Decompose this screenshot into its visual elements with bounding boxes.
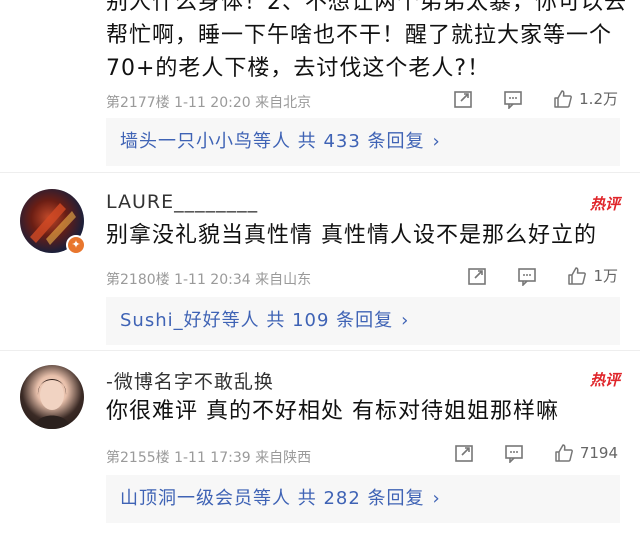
comment-text: 别拿没礼貌当真性情 真性情人设不是那么好立的 <box>106 219 597 252</box>
avatar-art <box>34 379 70 429</box>
comment-text-line: 别拿没礼貌当真性情 真性情人设不是那么好立的 <box>106 223 597 248</box>
comment-item: ✦ LAURE________ 热评 别拿没礼貌当真性情 真性情人设不是那么好立… <box>0 173 640 349</box>
comment-text: 别人什么身体！2、不想让两个弟弟太暴，你可以去 帮忙啊，睡一下午啥也不干！醒了就… <box>106 0 627 85</box>
username[interactable]: -微博名字不敢乱换 <box>106 367 274 394</box>
hot-comment-tag: 热评 <box>589 195 620 213</box>
comment-actions: 7194 <box>424 443 618 463</box>
chevron-right-icon: › <box>432 488 441 509</box>
comment-actions: 1.2万 <box>423 88 618 109</box>
comment-text-line: 70+的老人下楼，去讨伐这个老人?！ <box>106 56 491 81</box>
reply-summary-link[interactable]: 山顶洞一级会员等人 共 282 条回复 › <box>120 477 620 521</box>
verified-badge-icon: ✦ <box>66 235 86 255</box>
comment-icon[interactable] <box>504 443 524 463</box>
comment-meta: 第2177楼 1-11 20:20 来自北京 <box>106 95 312 111</box>
share-icon[interactable] <box>467 266 487 286</box>
comment-item: 别人什么身体！2、不想让两个弟弟太暴，你可以去 帮忙啊，睡一下午啥也不干！醒了就… <box>0 0 640 170</box>
comment-item: -微博名字不敢乱换 热评 你很难评 真的不好相处 有标对待姐姐那样嘛 第2155… <box>0 351 640 543</box>
share-icon[interactable] <box>453 89 473 109</box>
username[interactable]: LAURE________ <box>106 191 258 213</box>
share-icon[interactable] <box>454 443 474 463</box>
reply-summary-text: 山顶洞一级会员等人 共 282 条回复 <box>120 488 425 509</box>
hot-comment-tag: 热评 <box>589 371 620 389</box>
comment-icon[interactable] <box>517 266 537 286</box>
reply-summary-text: 墙头一只小小鸟等人 共 433 条回复 <box>120 131 425 152</box>
chevron-right-icon: › <box>401 310 410 331</box>
chevron-right-icon: › <box>432 131 441 152</box>
comment-meta: 第2180楼 1-11 20:34 来自山东 <box>106 272 312 288</box>
comment-icon[interactable] <box>503 89 523 109</box>
comment-text-line: 你很难评 真的不好相处 有标对待姐姐那样嘛 <box>106 399 559 424</box>
thumbs-up-icon[interactable] <box>554 443 574 463</box>
like-count: 1万 <box>593 267 618 285</box>
thumbs-up-icon[interactable] <box>553 89 573 109</box>
comment-text-line: 帮忙啊，睡一下午啥也不干！醒了就拉大家等一个 <box>106 23 613 48</box>
avatar[interactable] <box>20 365 84 429</box>
comment-text-line: 别人什么身体！2、不想让两个弟弟太暴，你可以去 <box>106 0 627 15</box>
reply-summary-text: Sushi_好好等人 共 109 条回复 <box>120 310 394 331</box>
comment-meta: 第2155楼 1-11 17:39 来自陕西 <box>106 450 312 466</box>
like-count: 1.2万 <box>579 90 618 108</box>
like-count: 7194 <box>579 444 618 462</box>
thumbs-up-icon[interactable] <box>567 266 587 286</box>
comment-actions: 1万 <box>437 265 618 286</box>
reply-summary-link[interactable]: Sushi_好好等人 共 109 条回复 › <box>120 299 620 343</box>
reply-summary-link[interactable]: 墙头一只小小鸟等人 共 433 条回复 › <box>120 120 620 164</box>
comment-text: 你很难评 真的不好相处 有标对待姐姐那样嘛 <box>106 395 559 428</box>
